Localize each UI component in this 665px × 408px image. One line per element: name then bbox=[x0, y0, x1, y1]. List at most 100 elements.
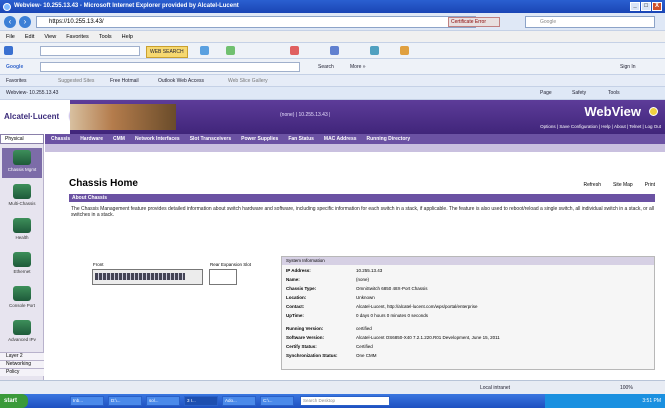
address-row: ‹ › https://10.255.13.43/ Certificate Er… bbox=[0, 13, 665, 31]
system-info-heading: System Information bbox=[282, 257, 654, 265]
nav-label: Chassis Mgmt bbox=[7, 167, 37, 172]
nav-label: Console Port bbox=[8, 303, 35, 308]
toolbar-icon-5[interactable] bbox=[370, 46, 379, 55]
toolbar-google: Google Search More » Sign In bbox=[0, 59, 665, 75]
zoom-level[interactable]: 100% bbox=[620, 383, 633, 393]
menu-edit[interactable]: Edit bbox=[25, 31, 34, 42]
nav-ethernet[interactable]: Ethernet bbox=[2, 250, 42, 280]
toolbar-icon-1[interactable] bbox=[200, 46, 209, 55]
desktop-search-input[interactable]: Search Desktop bbox=[300, 396, 390, 406]
google-logo: Google bbox=[6, 64, 24, 70]
nav-health[interactable]: Health bbox=[2, 216, 42, 246]
fav-web-slice-gallery[interactable]: Web Slice Gallery bbox=[228, 76, 268, 86]
sysinfo-row: Name: (none) bbox=[286, 277, 370, 282]
toolbar-websearch: WEB SEARCH bbox=[0, 43, 665, 59]
taskbar-item[interactable]: D:\... bbox=[108, 396, 142, 406]
tools-menu[interactable]: Tools bbox=[608, 88, 620, 98]
browser-status-bar: Local intranet 100% bbox=[0, 380, 665, 394]
menu-tools[interactable]: Tools bbox=[99, 31, 112, 42]
tab-power-supplies[interactable]: Power Supplies bbox=[241, 134, 278, 144]
nav-label: Advanced IPv bbox=[8, 337, 36, 342]
menu-help[interactable]: Help bbox=[122, 31, 133, 42]
toolbar-icon-4[interactable] bbox=[330, 46, 339, 55]
address-input[interactable]: https://10.255.13.43/ bbox=[36, 16, 476, 28]
favorites-button[interactable]: Favorites bbox=[6, 76, 27, 86]
sysinfo-row: UpTime: 0 days 0 hours 0 minutes 0 second… bbox=[286, 313, 429, 318]
google-more-button[interactable]: More » bbox=[350, 62, 366, 72]
forward-button[interactable]: › bbox=[19, 16, 31, 28]
module-tabs: Chassis Hardware CMM Network Interfaces … bbox=[45, 134, 665, 144]
tab-cmm[interactable]: CMM bbox=[113, 134, 125, 144]
menu-favorites[interactable]: Favorites bbox=[66, 31, 89, 42]
nav-label: Multi-Chassis bbox=[8, 201, 36, 206]
nav-policy[interactable]: Policy bbox=[0, 368, 44, 376]
certificate-error-badge[interactable]: Certificate Error bbox=[448, 17, 500, 27]
fav-free-hotmail[interactable]: Free Hotmail bbox=[110, 76, 139, 86]
app-name: WebView bbox=[584, 104, 641, 119]
sign-in-button[interactable]: Sign In bbox=[620, 62, 636, 72]
window-controls: _ □ X bbox=[630, 2, 662, 11]
tab-hardware[interactable]: Hardware bbox=[80, 134, 103, 144]
system-info-panel: System Information IP Address: 10.255.13.… bbox=[281, 256, 655, 370]
windows-taskbar: start Inb... D:\... sol... 3 I... Ado...… bbox=[0, 394, 665, 408]
sysinfo-row: Location: Unknown bbox=[286, 295, 375, 300]
start-button[interactable]: start bbox=[0, 394, 28, 408]
taskbar-item[interactable]: 3 I... bbox=[184, 396, 218, 406]
toolbar-icon-3[interactable] bbox=[290, 46, 299, 55]
chassis-front-panel[interactable] bbox=[92, 269, 203, 285]
browser-tab[interactable]: Webview- 10.255.13.43 bbox=[6, 88, 58, 98]
taskbar-item[interactable]: C:\... bbox=[260, 396, 294, 406]
tab-network-interfaces[interactable]: Network Interfaces bbox=[135, 134, 180, 144]
nav-console-port[interactable]: Console Port bbox=[2, 284, 42, 314]
menu-file[interactable]: File bbox=[6, 31, 15, 42]
nav-label: Health bbox=[15, 235, 29, 240]
rear-expansion-slot[interactable] bbox=[209, 269, 237, 285]
tab-mac-address[interactable]: MAC Address bbox=[324, 134, 357, 144]
minimize-button[interactable]: _ bbox=[630, 2, 640, 11]
tab-running-directory[interactable]: Running Directory bbox=[367, 134, 411, 144]
taskbar-item[interactable]: Ado... bbox=[222, 396, 256, 406]
fav-outlook-web-access[interactable]: Outlook Web Access bbox=[158, 76, 204, 86]
taskbar-item[interactable]: Inb... bbox=[70, 396, 104, 406]
toolbar-icon-2[interactable] bbox=[226, 46, 235, 55]
section-description: The Chassis Management feature provides … bbox=[71, 206, 654, 218]
page-links: Refresh Site Map Print bbox=[583, 182, 655, 188]
websearch-input[interactable] bbox=[40, 46, 140, 56]
page-menu[interactable]: Page bbox=[540, 88, 552, 98]
google-search-input[interactable] bbox=[40, 62, 300, 72]
sysinfo-row: Running Version: certified bbox=[286, 326, 372, 331]
sysinfo-row: Synchronization Status: One CMM bbox=[286, 353, 377, 358]
sub-tab-bar bbox=[45, 144, 665, 152]
tab-slot-transceivers[interactable]: Slot Transceivers bbox=[190, 134, 231, 144]
sysinfo-row: Chassis Type: OmniSwitch 6850 48X-Port Ch… bbox=[286, 286, 428, 291]
section-dropdown[interactable]: Physical bbox=[0, 134, 44, 144]
health-icon bbox=[13, 218, 31, 233]
nav-networking[interactable]: Networking bbox=[0, 360, 44, 368]
nav-advanced[interactable]: Advanced IPv bbox=[2, 318, 42, 348]
sysinfo-row: Certify Status: Certified bbox=[286, 344, 373, 349]
close-button[interactable]: X bbox=[652, 2, 662, 11]
maximize-button[interactable]: □ bbox=[641, 2, 651, 11]
google-search-button[interactable]: Search bbox=[318, 62, 334, 72]
clock: 3:51 PM bbox=[642, 398, 661, 404]
websearch-button[interactable]: WEB SEARCH bbox=[146, 46, 188, 58]
tab-chassis[interactable]: Chassis bbox=[51, 134, 70, 144]
header-links[interactable]: Options | Save Configuration | Help | Ab… bbox=[540, 124, 661, 129]
nav-chassis-mgmt[interactable]: Chassis Mgmt bbox=[2, 148, 42, 178]
print-link[interactable]: Print bbox=[645, 182, 655, 188]
advanced-icon bbox=[13, 320, 31, 335]
toolbar-icon-6[interactable] bbox=[400, 46, 409, 55]
nav-layer2[interactable]: Layer 2 bbox=[0, 352, 44, 360]
back-button[interactable]: ‹ bbox=[4, 16, 16, 28]
fav-suggested-sites[interactable]: Suggested Sites bbox=[58, 76, 94, 86]
sysinfo-row: IP Address: 10.255.13.43 bbox=[286, 268, 383, 273]
nav-multi-chassis[interactable]: Multi-Chassis bbox=[2, 182, 42, 212]
taskbar-item[interactable]: sol... bbox=[146, 396, 180, 406]
toolbar-logo-icon bbox=[4, 46, 13, 55]
browser-search-input[interactable]: Google bbox=[525, 16, 655, 28]
safety-menu[interactable]: Safety bbox=[572, 88, 586, 98]
tab-fan-status[interactable]: Fan Status bbox=[288, 134, 314, 144]
refresh-link[interactable]: Refresh bbox=[583, 182, 601, 188]
menu-view[interactable]: View bbox=[44, 31, 56, 42]
site-map-link[interactable]: Site Map bbox=[613, 182, 633, 188]
